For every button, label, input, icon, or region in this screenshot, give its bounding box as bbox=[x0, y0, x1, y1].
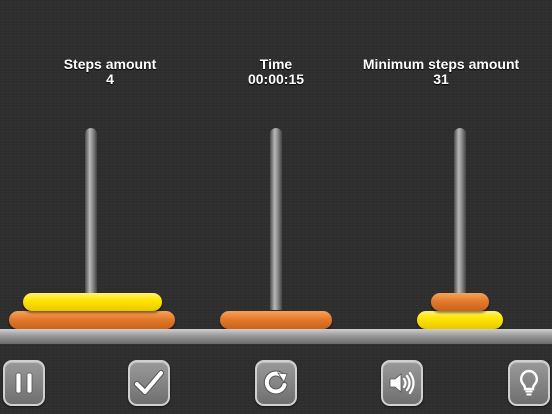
sound-button[interactable] bbox=[381, 360, 423, 406]
hint-button[interactable] bbox=[508, 360, 550, 406]
checkmark-icon bbox=[134, 370, 164, 395]
restart-button[interactable] bbox=[255, 360, 297, 406]
minimum-steps-value: 31 bbox=[433, 71, 449, 87]
rod-left[interactable] bbox=[85, 128, 97, 310]
disk-yellow-small[interactable] bbox=[417, 311, 503, 329]
time-stat: Time 00:00:15 bbox=[186, 57, 366, 87]
time-label: Time bbox=[259, 56, 293, 72]
disk-yellow-large[interactable] bbox=[23, 293, 162, 311]
steps-amount-label: Steps amount bbox=[63, 56, 157, 72]
minimum-steps-stat: Minimum steps amount 31 bbox=[351, 57, 531, 87]
base-platform bbox=[0, 329, 552, 344]
disk-orange-large[interactable] bbox=[9, 311, 175, 329]
pause-icon bbox=[15, 372, 33, 394]
disk-orange-medium[interactable] bbox=[220, 311, 332, 329]
steps-amount-stat: Steps amount 4 bbox=[20, 57, 200, 87]
disk-orange-small[interactable] bbox=[431, 293, 489, 311]
rod-middle[interactable] bbox=[270, 128, 282, 310]
rod-right[interactable] bbox=[454, 128, 466, 310]
restart-icon bbox=[263, 370, 288, 395]
steps-amount-value: 4 bbox=[106, 71, 114, 87]
minimum-steps-label: Minimum steps amount bbox=[362, 56, 520, 72]
time-value: 00:00:15 bbox=[247, 71, 305, 87]
check-button[interactable] bbox=[128, 360, 170, 406]
speaker-icon bbox=[389, 371, 415, 395]
lightbulb-icon bbox=[520, 369, 538, 396]
pause-button[interactable] bbox=[3, 360, 45, 406]
